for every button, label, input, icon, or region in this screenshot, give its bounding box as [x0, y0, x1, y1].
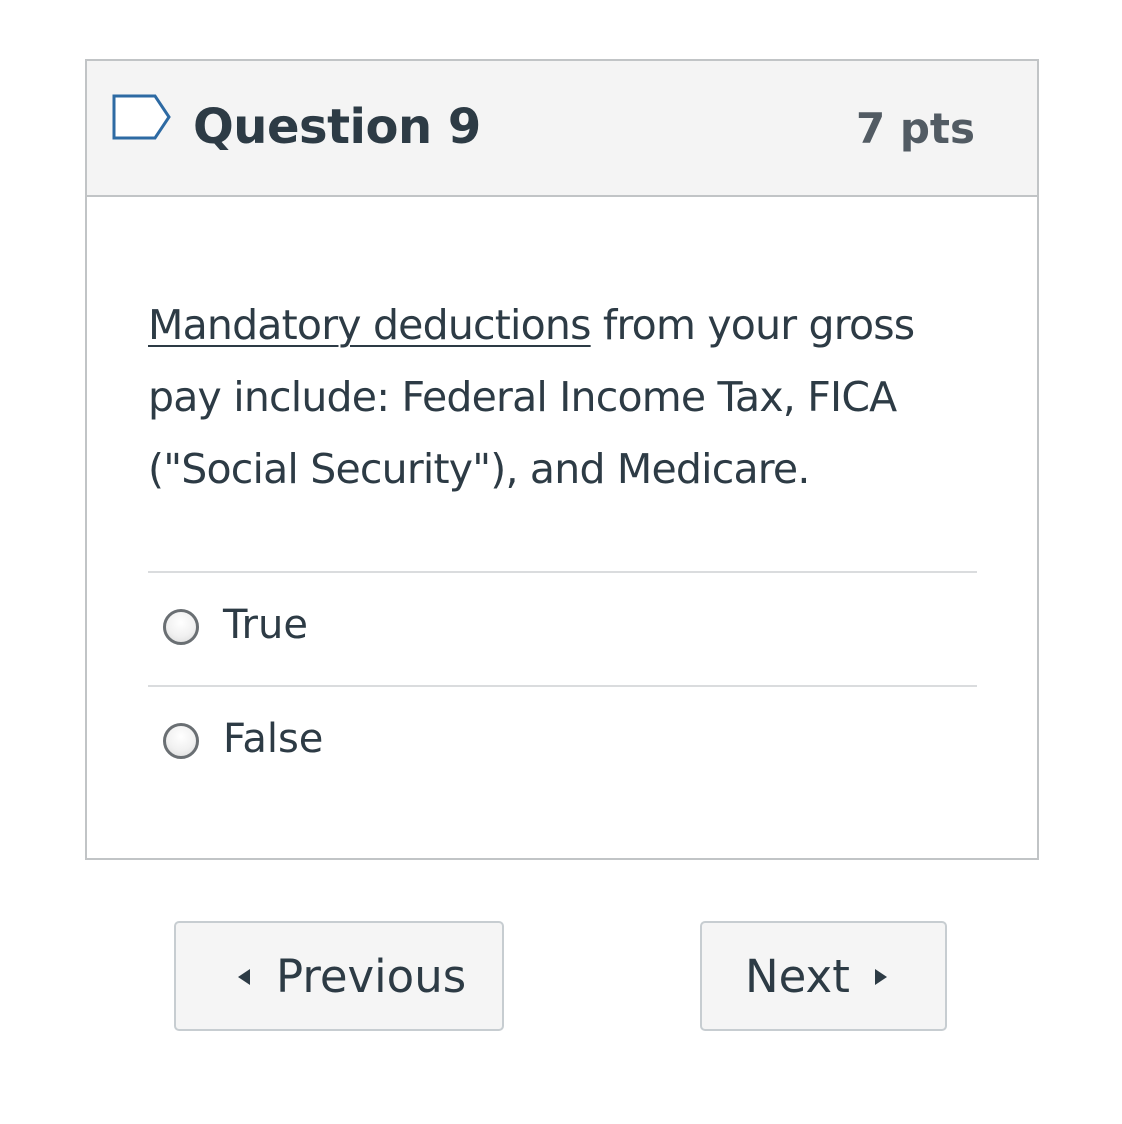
caret-right-icon — [875, 969, 887, 985]
next-button[interactable]: Next — [700, 921, 947, 1031]
answer-label-true[interactable]: True — [223, 599, 308, 651]
answer-option-false[interactable]: False — [148, 685, 977, 799]
question-text: Mandatory deductions from your gross pay… — [148, 289, 988, 505]
question-card: Question 9 7 pts Mandatory deductions fr… — [85, 59, 1039, 860]
question-header: Question 9 7 pts — [87, 61, 1037, 197]
previous-button-label: Previous — [276, 950, 467, 1003]
radio-button-true[interactable] — [163, 609, 199, 645]
question-text-underlined: Mandatory deductions — [148, 301, 591, 349]
answer-list: True False — [148, 571, 977, 799]
answer-label-false[interactable]: False — [223, 713, 323, 765]
answer-option-true[interactable]: True — [148, 571, 977, 685]
next-button-label: Next — [745, 950, 850, 1003]
caret-left-icon — [238, 969, 250, 985]
question-title: Question 9 — [193, 99, 481, 155]
radio-button-false[interactable] — [163, 723, 199, 759]
flag-question-icon[interactable] — [111, 93, 173, 141]
question-points: 7 pts — [856, 104, 975, 153]
previous-button[interactable]: Previous — [174, 921, 504, 1031]
